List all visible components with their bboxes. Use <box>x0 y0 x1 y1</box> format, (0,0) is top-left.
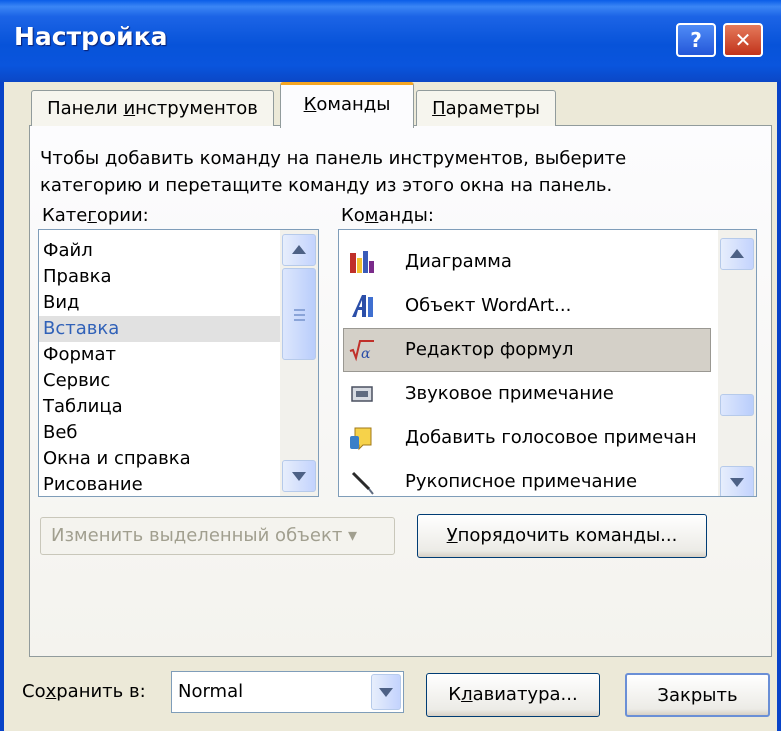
title-bar[interactable]: Настройка ? ✕ <box>0 0 781 82</box>
command-label: Звуковое примечание <box>405 383 614 404</box>
chart-icon <box>350 251 374 273</box>
window-close-button[interactable]: ✕ <box>723 23 763 57</box>
command-label: Объект WordArt... <box>405 295 572 316</box>
category-item[interactable]: Правка <box>43 264 112 290</box>
keyboard-button[interactable]: Клавиатура... <box>426 673 600 717</box>
window-border-right <box>777 82 781 731</box>
sound-note-icon <box>351 386 373 402</box>
tab-commands[interactable]: Команды <box>280 82 414 128</box>
voice-note-icon <box>350 427 372 451</box>
categories-label: Категории: <box>42 205 149 226</box>
category-item[interactable]: Веб <box>43 420 78 446</box>
category-item[interactable]: Формат <box>43 342 116 368</box>
save-in-dropdown-button[interactable] <box>371 674 401 710</box>
command-item-equation-editor[interactable]: α Редактор формул <box>343 328 711 372</box>
commands-scroll-down-button[interactable] <box>720 466 754 496</box>
categories-scroll-thumb[interactable] <box>282 268 316 360</box>
command-item-voice-note[interactable]: Добавить голосовое примечан <box>343 416 711 460</box>
grip-line <box>294 314 305 316</box>
command-label: Добавить голосовое примечан <box>405 427 697 448</box>
category-item-selected[interactable]: Вставка <box>39 316 283 342</box>
description-line-2: категорию и перетащите команду из этого … <box>40 175 613 196</box>
rearrange-commands-button[interactable]: Упорядочить команды... <box>417 514 707 558</box>
commands-scroll-thumb[interactable] <box>720 394 754 416</box>
save-in-combobox[interactable]: Normal <box>171 671 404 713</box>
arrow-down-icon <box>292 472 306 481</box>
commands-scroll-up-button[interactable] <box>720 238 754 270</box>
arrow-down-icon <box>730 478 744 487</box>
tab-toolbars[interactable]: Панели инструментов <box>31 90 274 126</box>
customize-dialog: Настройка ? ✕ Панели инструментов Команд… <box>0 0 781 731</box>
grip-line <box>294 309 305 311</box>
save-in-label: Сохранить в: <box>22 681 146 702</box>
commands-list[interactable]: Диаграмма Объект WordArt... α Редактор ф… <box>338 229 757 497</box>
command-item-wordart[interactable]: Объект WordArt... <box>343 284 711 328</box>
window-title: Настройка <box>14 22 168 51</box>
command-label: Редактор формул <box>405 339 574 360</box>
close-icon: ✕ <box>734 28 752 52</box>
save-in-value: Normal <box>178 681 244 702</box>
categories-scrollbar[interactable] <box>280 230 318 496</box>
category-item[interactable]: Сервис <box>43 368 110 394</box>
command-label: Рукописное примечание <box>405 471 638 492</box>
wordart-icon <box>352 295 373 317</box>
description-line-1: Чтобы добавить команду на панель инструм… <box>40 148 627 169</box>
command-item-ink-note[interactable]: Рукописное примечание <box>343 460 711 496</box>
category-item[interactable]: Рисование <box>43 472 143 496</box>
equation-icon: α <box>349 340 374 362</box>
categories-scroll-down-button[interactable] <box>282 460 316 492</box>
commands-label: Команды: <box>341 205 434 226</box>
grip-line <box>294 319 305 321</box>
modify-selection-button: Изменить выделенный объект ▾ <box>40 517 395 555</box>
category-item[interactable]: Вид <box>43 290 80 316</box>
arrow-up-icon <box>292 245 306 254</box>
tab-options[interactable]: Параметры <box>416 90 556 126</box>
category-item[interactable]: Окна и справка <box>43 446 191 472</box>
command-item-chart[interactable]: Диаграмма <box>343 240 711 284</box>
pen-note-icon <box>351 471 374 495</box>
arrow-up-icon <box>730 249 744 258</box>
svg-text:α: α <box>361 346 371 362</box>
help-icon: ? <box>690 28 702 52</box>
categories-scroll-up-button[interactable] <box>282 234 316 266</box>
window-border-left <box>0 82 4 731</box>
command-item-sound-note[interactable]: Звуковое примечание <box>343 372 711 416</box>
categories-list[interactable]: Файл Правка Вид Вставка Формат Сервис Та… <box>38 229 319 497</box>
command-label: Диаграмма <box>405 251 512 272</box>
category-item[interactable]: Файл <box>43 238 93 264</box>
close-button[interactable]: Закрыть <box>625 673 770 717</box>
chevron-down-icon <box>379 688 393 697</box>
help-button[interactable]: ? <box>676 23 716 57</box>
commands-scrollbar[interactable] <box>718 230 756 496</box>
category-item[interactable]: Таблица <box>43 394 123 420</box>
